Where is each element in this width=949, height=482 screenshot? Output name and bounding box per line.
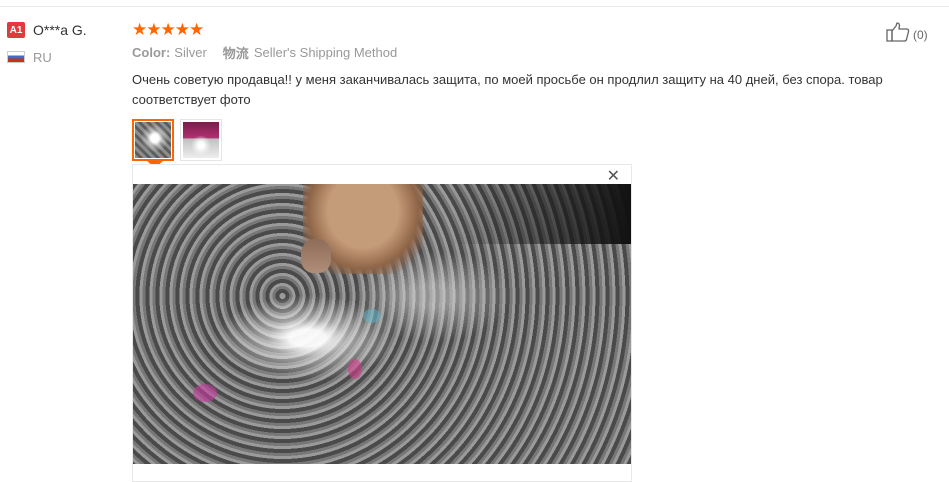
star-icon: ★ (174, 19, 190, 39)
star-icon: ★ (146, 19, 161, 39)
close-icon[interactable]: ✕ (607, 169, 620, 185)
thumbnail-image (135, 122, 171, 158)
color-label: Color: (132, 44, 171, 60)
star-icon: ★ (189, 19, 204, 39)
reviewer-info: A1 O***a G. RU (7, 20, 117, 67)
photo-viewer: ✕ (132, 164, 632, 482)
star-icon: ★ (132, 19, 147, 39)
color-value: Silver (174, 44, 207, 60)
photo-thumbnails (132, 119, 942, 168)
review-photo[interactable] (133, 184, 631, 464)
like-count: (0) (913, 27, 928, 42)
review-body: ★ ★ ★ ★ ★ Color: Silver 物流 Seller's Ship… (132, 20, 942, 168)
thumbnail-image (183, 122, 219, 158)
shipping-label: 物流 (222, 45, 249, 61)
reviewer-name: O***a G. (33, 22, 87, 38)
top-divider (0, 6, 949, 7)
star-rating: ★ ★ ★ ★ ★ (132, 20, 942, 38)
like-button[interactable]: (0) (886, 22, 928, 47)
shipping-value: Seller's Shipping Method (253, 44, 398, 60)
country-code: RU (33, 49, 52, 65)
order-info: Color: Silver 物流 Seller's Shipping Metho… (132, 43, 942, 61)
photo-thumbnail-1[interactable] (132, 119, 174, 168)
photo-thumbnail-2[interactable] (180, 119, 222, 161)
thumbs-up-icon (886, 22, 910, 47)
russia-flag-icon (7, 51, 25, 63)
level-badge: A1 (7, 22, 25, 38)
review-text: Очень советую продавца!! у меня заканчив… (132, 72, 883, 107)
star-icon: ★ (160, 19, 176, 39)
